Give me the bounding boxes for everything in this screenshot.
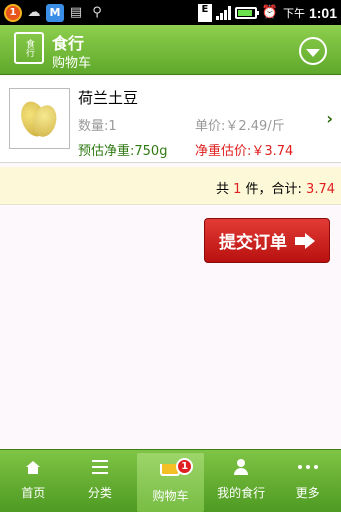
chevron-right-icon[interactable]: › xyxy=(326,109,333,128)
user-icon xyxy=(234,458,249,476)
nav-label-more: 更多 xyxy=(295,486,320,500)
chevron-down-icon xyxy=(306,48,320,57)
bottom-nav: 首页 分类 1 购物车 我的食行 更多 xyxy=(0,449,341,512)
item-count: 1 xyxy=(233,182,242,197)
home-icon xyxy=(26,458,41,476)
submit-order-button[interactable]: 提交订单 xyxy=(204,218,330,263)
m-app-icon: M xyxy=(46,3,64,22)
cloud-icon: ☁ xyxy=(27,5,41,20)
estimated-weight: 预估净重:750g xyxy=(78,144,168,159)
summary-line: 共 1 件，合计: 3.74 xyxy=(216,178,335,197)
nav-item-my-account[interactable]: 我的食行 xyxy=(208,450,275,512)
clock: 1:01 xyxy=(308,4,337,21)
cart-summary: 共 1 件，合计: 3.74 xyxy=(0,167,341,205)
page-title: 购物车 xyxy=(52,56,92,71)
edge-network-icon: E xyxy=(197,3,212,22)
nav-item-home[interactable]: 首页 xyxy=(0,450,67,512)
status-bar-right: E ⏰ 下午 1:01 xyxy=(197,2,337,23)
time-period: 下午 xyxy=(282,6,305,20)
dropdown-menu-button[interactable] xyxy=(299,37,327,65)
logo-text: 食行 xyxy=(24,39,34,57)
arrow-right-icon xyxy=(295,232,315,249)
summary-middle: 件，合计: xyxy=(245,182,302,197)
cart-count-badge: 1 xyxy=(176,458,194,475)
quantity-label: 数量:1 xyxy=(78,119,117,134)
submit-order-label: 提交订单 xyxy=(219,233,287,253)
nav-item-category[interactable]: 分类 xyxy=(67,450,134,512)
unit-price-label: 单价:￥2.49/斤 xyxy=(195,119,285,134)
battery-icon xyxy=(234,6,259,19)
notification-badge[interactable]: 1 xyxy=(4,3,22,22)
nav-label-cart: 购物车 xyxy=(152,489,189,503)
product-image xyxy=(9,88,70,149)
nav-label-category: 分类 xyxy=(87,486,112,500)
total-amount: 3.74 xyxy=(306,182,335,197)
nav-item-cart[interactable]: 1 购物车 xyxy=(137,453,204,512)
signal-icon xyxy=(215,5,231,20)
summary-prefix: 共 xyxy=(215,182,229,197)
nav-item-more[interactable]: 更多 xyxy=(274,450,341,512)
alarm-icon: ⏰ xyxy=(261,5,279,20)
potato-image xyxy=(16,97,60,141)
title-bar: 食行 食行 购物车 xyxy=(0,25,341,75)
product-name: 荷兰土豆 xyxy=(78,89,139,107)
nav-label-home: 首页 xyxy=(21,486,46,500)
more-dots-icon xyxy=(297,458,318,476)
cart-item[interactable]: 荷兰土豆 数量:1 单价:￥2.49/斤 预估净重:750g 净重估价:￥3.7… xyxy=(0,77,341,163)
status-bar-left: 1 ☁ M ▤ ⚲ xyxy=(4,2,106,23)
nav-label-my-account: 我的食行 xyxy=(217,486,266,500)
estimated-price: 净重估价:￥3.74 xyxy=(195,144,294,159)
app-title: 食行 xyxy=(52,34,85,53)
app-logo: 食行 xyxy=(14,32,44,64)
list-icon xyxy=(91,458,108,476)
status-bar: 1 ☁ M ▤ ⚲ E ⏰ 下午 1:01 xyxy=(0,0,341,25)
sd-card-icon: ▤ xyxy=(69,5,83,20)
usb-icon: ⚲ xyxy=(92,5,102,20)
